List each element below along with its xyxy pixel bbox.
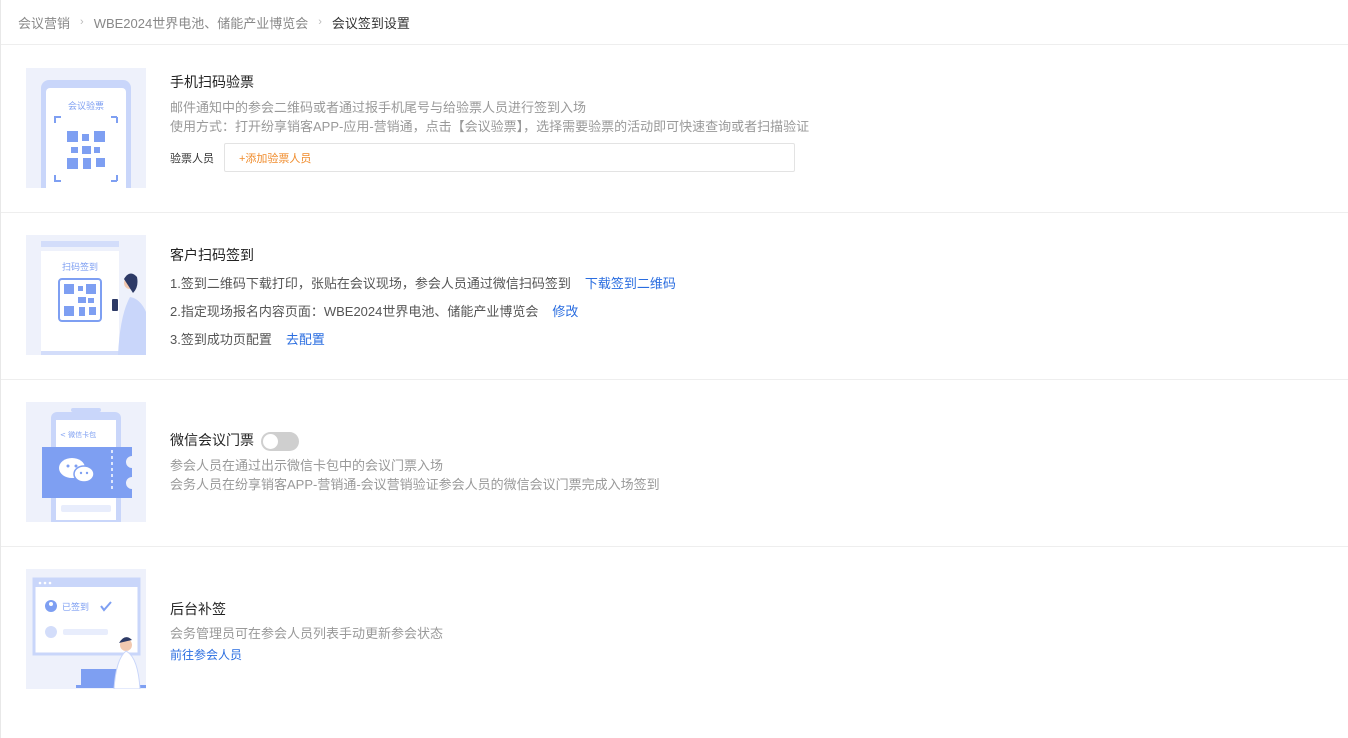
add-checker-button[interactable]: +添加验票人员 (239, 150, 311, 166)
breadcrumb-separator-icon: › (318, 16, 322, 28)
checker-label: 验票人员 (170, 152, 214, 165)
breadcrumb-separator-icon: › (80, 16, 84, 28)
checker-field[interactable]: +添加验票人员 (224, 143, 795, 172)
download-qrcode-link[interactable]: 下载签到二维码 (585, 276, 676, 291)
backend-signin-illus-label: 已签到 (62, 601, 89, 613)
wechat-ticket-title-row: 微信会议门票 (170, 430, 660, 451)
breadcrumb-item-marketing[interactable]: 会议营销 (18, 13, 70, 32)
section-wechat-ticket: < 微信卡包 微信会议门票 参会人员在通过出示微信卡包中的会议门票入场 会务人员… (1, 380, 1348, 547)
wechat-ticket-desc-1: 参会人员在通过出示微信卡包中的会议门票入场 (170, 457, 444, 473)
page: 会议营销 › WBE2024世界电池、储能产业博览会 › 会议签到设置 会议验票 (0, 0, 1348, 738)
wechat-ticket-title: 微信会议门票 (170, 432, 254, 448)
modify-page-link[interactable]: 修改 (552, 304, 578, 319)
mobile-check-title: 手机扫码验票 (170, 74, 254, 90)
scan-signin-illus-label: 扫码签到 (62, 261, 98, 273)
backend-signin-title: 后台补签 (170, 601, 226, 617)
go-to-attendees-link[interactable]: 前往参会人员 (170, 646, 443, 663)
wechat-ticket-toggle[interactable] (260, 431, 299, 451)
step-1-text: 1.签到二维码下载打印，张贴在会议现场，参会人员通过微信扫码签到 (170, 276, 571, 291)
backend-signin-content: 后台补签 会务管理员可在参会人员列表手动更新参会状态 前往参会人员 (170, 599, 443, 663)
configure-success-page-link[interactable]: 去配置 (286, 332, 325, 347)
wechat-ticket-desc-2: 会务人员在纷享销客APP-营销通-会议营销验证参会人员的微信会议门票完成入场签到 (170, 476, 660, 492)
step-2-text: 2.指定现场报名内容页面：WBE2024世界电池、储能产业博览会 (170, 304, 539, 319)
scan-signin-title: 客户扫码签到 (170, 247, 254, 263)
scan-signin-step-3: 3.签到成功页配置 去配置 (170, 330, 676, 350)
mobile-check-illus-label: 会议验票 (68, 100, 104, 112)
scan-signin-illustration: 扫码签到 (26, 235, 146, 355)
breadcrumb-item-current: 会议签到设置 (331, 15, 410, 31)
section-mobile-ticket-check: 会议验票 手机扫码验票 邮件通知中的参会二维码或者通过报手机尾号与给验票人员进行… (1, 45, 1348, 213)
scan-signin-step-2: 2.指定现场报名内容页面：WBE2024世界电池、储能产业博览会 修改 (170, 302, 676, 322)
section-backend-signin: 已签到 后台补签 会务管理员可在参会人员列表手动更新参会状态 前往参会人员 (1, 547, 1348, 737)
mobile-check-desc-1: 邮件通知中的参会二维码或者通过报手机尾号与给验票人员进行签到入场 (170, 100, 587, 115)
mobile-check-desc-2: 使用方式：打开纷享销客APP-应用-营销通，点击【会议验票】，选择需要验票的活动… (170, 119, 810, 134)
wechat-ticket-illus-label: < 微信卡包 (60, 430, 96, 439)
breadcrumb-item-event[interactable]: WBE2024世界电池、储能产业博览会 (94, 13, 309, 32)
wechat-ticket-illustration: < 微信卡包 (26, 402, 146, 522)
section-customer-scan-signin: 扫码签到 客户扫码签到 1.签到二维码下载打印，张贴在会议现场，参会人员通过微信… (1, 213, 1348, 380)
backend-signin-illustration: 已签到 (26, 569, 146, 689)
wechat-ticket-content: 微信会议门票 参会人员在通过出示微信卡包中的会议门票入场 会务人员在纷享销客AP… (170, 430, 660, 494)
backend-signin-desc: 会务管理员可在参会人员列表手动更新参会状态 (170, 626, 444, 641)
step-3-text: 3.签到成功页配置 (170, 332, 272, 347)
scan-signin-content: 客户扫码签到 1.签到二维码下载打印，张贴在会议现场，参会人员通过微信扫码签到下… (170, 245, 676, 350)
breadcrumb: 会议营销 › WBE2024世界电池、储能产业博览会 › 会议签到设置 (1, 0, 1348, 45)
scan-signin-step-1: 1.签到二维码下载打印，张贴在会议现场，参会人员通过微信扫码签到 下载签到二维码 (170, 274, 676, 294)
mobile-check-illustration: 会议验票 (26, 68, 146, 188)
mobile-check-content: 手机扫码验票 邮件通知中的参会二维码或者通过报手机尾号与给验票人员进行签到入场 … (170, 72, 809, 172)
checker-row: 验票人员 +添加验票人员 (170, 143, 809, 172)
